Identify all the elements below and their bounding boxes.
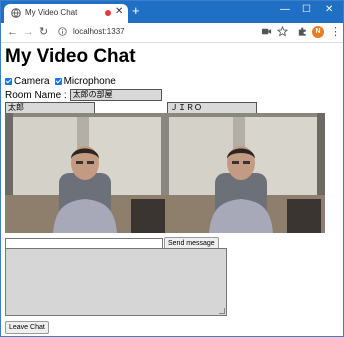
camera-in-use-icon[interactable]: [261, 26, 272, 37]
tab-close-icon[interactable]: ✕: [115, 6, 123, 18]
browser-window: My Video Chat ✕ + — ☐ ✕ ← → ↻ localhost:…: [0, 0, 344, 337]
browser-toolbar: ← → ↻ localhost:1337 N ⋮: [1, 23, 343, 43]
new-tab-button[interactable]: +: [132, 3, 140, 19]
forward-button[interactable]: →: [23, 24, 34, 40]
local-video-frame: [5, 113, 165, 233]
room-row: Room Name : 太郎の部屋: [5, 89, 162, 101]
room-name-input[interactable]: 太郎の部屋: [69, 89, 162, 101]
remote-video: [165, 113, 325, 233]
camera-checkbox[interactable]: [5, 78, 12, 85]
microphone-checkbox[interactable]: [54, 78, 62, 85]
chat-log-textarea[interactable]: [5, 248, 227, 316]
tab-title: My Video Chat: [25, 8, 78, 17]
microphone-label: Microphone: [63, 76, 116, 87]
address-bar[interactable]: localhost:1337: [73, 27, 125, 36]
page-content: My Video Chat Camera Microphone Room Nam…: [1, 42, 343, 336]
window-close-button[interactable]: ✕: [325, 4, 333, 16]
browser-tab[interactable]: My Video Chat ✕: [4, 4, 128, 23]
media-options: Camera Microphone: [5, 76, 121, 87]
minimize-button[interactable]: —: [280, 4, 290, 16]
browser-menu-icon[interactable]: ⋮: [330, 24, 341, 40]
room-name-label: Room Name :: [5, 89, 67, 101]
camera-label: Camera: [14, 76, 50, 87]
extensions-puzzle-icon[interactable]: [297, 26, 308, 37]
globe-icon: [11, 8, 21, 18]
title-bar: My Video Chat ✕ + — ☐ ✕: [1, 1, 343, 23]
back-button[interactable]: ←: [7, 24, 18, 40]
profile-avatar[interactable]: N: [312, 26, 324, 38]
reload-button[interactable]: ↻: [39, 24, 48, 40]
local-video: [5, 113, 165, 233]
leave-chat-button[interactable]: Leave Chat: [5, 321, 49, 334]
info-icon[interactable]: [58, 27, 67, 36]
recording-indicator-icon: [105, 10, 111, 16]
remote-video-frame: [165, 113, 325, 233]
bookmark-star-icon[interactable]: [277, 26, 288, 37]
maximize-button[interactable]: ☐: [302, 4, 311, 16]
resize-handle-icon[interactable]: [219, 308, 225, 314]
page-title: My Video Chat: [5, 46, 136, 67]
